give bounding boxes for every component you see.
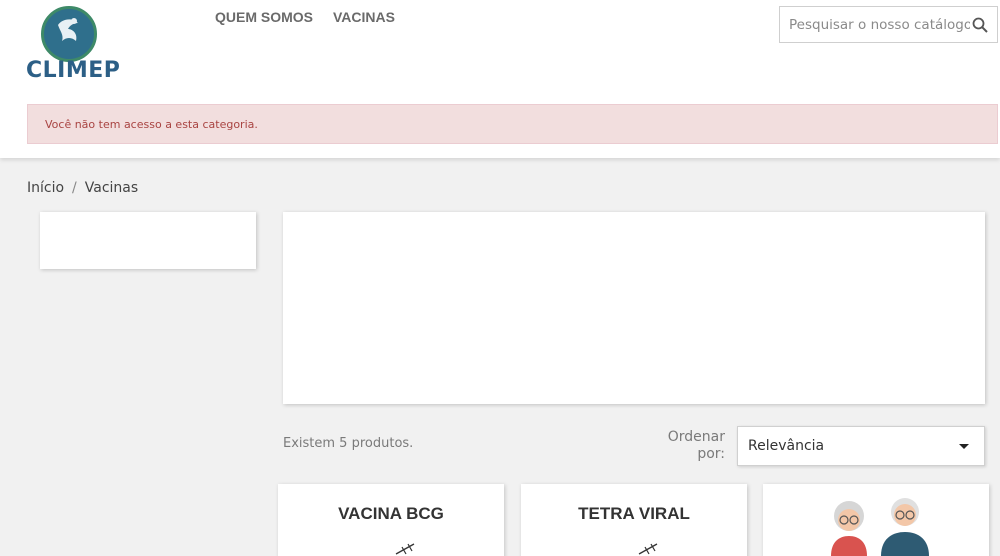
logo-mark-icon <box>41 6 97 62</box>
syringe-icon <box>395 543 415 555</box>
product-card[interactable]: TETRA VIRAL <box>521 484 747 556</box>
search-icon[interactable] <box>972 17 988 33</box>
elderly-couple-illustration <box>831 498 929 556</box>
access-denied-alert: Você não tem acesso a esta categoria. <box>27 104 998 144</box>
alert-message: Você não tem acesso a esta categoria. <box>45 118 258 131</box>
sort-selected-value: Relevância <box>748 438 825 454</box>
breadcrumb-separator: / <box>72 180 77 196</box>
breadcrumb-home[interactable]: Início <box>27 180 64 196</box>
sort-dropdown[interactable]: Relevância <box>737 426 985 466</box>
product-card[interactable] <box>763 484 989 556</box>
product-count: Existem 5 produtos. <box>283 436 414 451</box>
search-input[interactable] <box>780 7 970 42</box>
category-header-panel <box>283 212 985 404</box>
chevron-down-icon <box>959 444 969 449</box>
product-card[interactable]: VACINA BCG <box>278 484 504 556</box>
breadcrumb-current: Vacinas <box>84 180 139 196</box>
breadcrumb: Início / Vacinas <box>27 180 138 196</box>
sort-label: Ordenar por: <box>667 429 725 462</box>
climep-logo[interactable]: CLIMEP <box>26 4 121 84</box>
sidebar-panel <box>40 212 256 269</box>
logo-wordmark: CLIMEP <box>26 58 121 83</box>
syringe-icon <box>638 543 658 555</box>
product-title: VACINA BCG <box>338 504 444 523</box>
search-box <box>779 6 998 43</box>
nav-vacinas[interactable]: VACINAS <box>333 9 395 25</box>
nav-quem-somos[interactable]: QUEM SOMOS <box>215 9 313 25</box>
product-title: TETRA VIRAL <box>578 504 690 523</box>
site-header: CLIMEP QUEM SOMOS VACINAS Você não tem a… <box>0 0 1000 158</box>
